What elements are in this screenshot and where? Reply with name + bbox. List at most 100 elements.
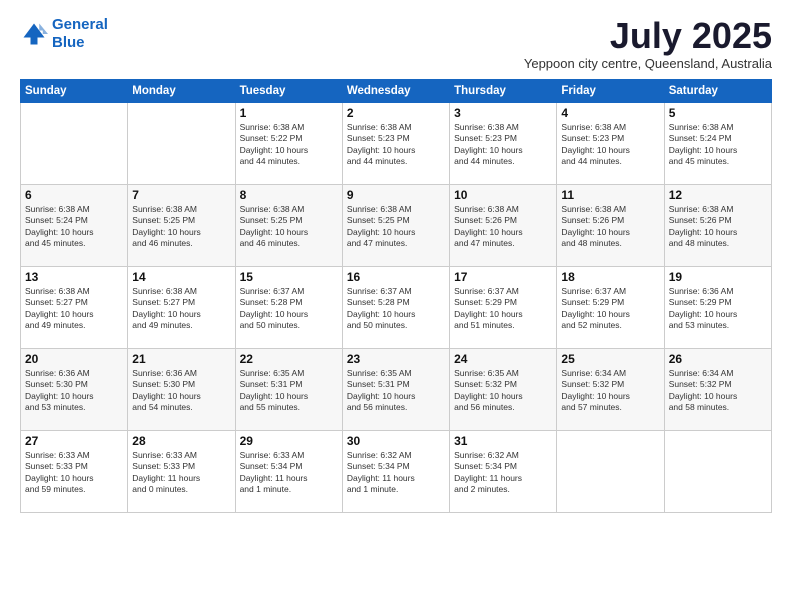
day-number: 23 xyxy=(347,352,445,366)
day-details: Sunrise: 6:37 AM Sunset: 5:29 PM Dayligh… xyxy=(561,286,659,332)
day-details: Sunrise: 6:37 AM Sunset: 5:28 PM Dayligh… xyxy=(347,286,445,332)
day-number: 29 xyxy=(240,434,338,448)
day-number: 30 xyxy=(347,434,445,448)
day-cell: 10 Sunrise: 6:38 AM Sunset: 5:26 PM Dayli… xyxy=(450,184,557,266)
day-number: 21 xyxy=(132,352,230,366)
day-cell: 9 Sunrise: 6:38 AM Sunset: 5:25 PM Daylig… xyxy=(342,184,449,266)
logo: General Blue xyxy=(20,16,108,52)
week-row-4: 20Sunrise: 6:36 AM Sunset: 5:30 PM Dayli… xyxy=(21,348,772,430)
day-details: Sunrise: 6:33 AM Sunset: 5:33 PM Dayligh… xyxy=(132,450,230,496)
day-cell: 2 Sunrise: 6:38 AM Sunset: 5:23 PM Daylig… xyxy=(342,102,449,184)
day-cell: 17 Sunrise: 6:37 AM Sunset: 5:29 PM Dayli… xyxy=(450,266,557,348)
day-details: Sunrise: 6:38 AM Sunset: 5:23 PM Dayligh… xyxy=(347,122,445,168)
day-details: Sunrise: 6:38 AM Sunset: 5:25 PM Dayligh… xyxy=(240,204,338,250)
week-row-1: 1 Sunrise: 6:38 AM Sunset: 5:22 PM Daylig… xyxy=(21,102,772,184)
col-header-monday: Monday xyxy=(128,79,235,102)
day-details: Sunrise: 6:38 AM Sunset: 5:25 PM Dayligh… xyxy=(347,204,445,250)
day-details: Sunrise: 6:38 AM Sunset: 5:23 PM Dayligh… xyxy=(561,122,659,168)
day-cell: 25 Sunrise: 6:34 AM Sunset: 5:32 PM Dayli… xyxy=(557,348,664,430)
day-number: 11 xyxy=(561,188,659,202)
day-number: 19 xyxy=(669,270,767,284)
calendar-header-row: SundayMondayTuesdayWednesdayThursdayFrid… xyxy=(21,79,772,102)
day-details: Sunrise: 6:38 AM Sunset: 5:26 PM Dayligh… xyxy=(454,204,552,250)
day-number: 3 xyxy=(454,106,552,120)
day-details: Sunrise: 6:32 AM Sunset: 5:34 PM Dayligh… xyxy=(454,450,552,496)
day-cell xyxy=(128,102,235,184)
day-details: Sunrise: 6:34 AM Sunset: 5:32 PM Dayligh… xyxy=(669,368,767,414)
day-number: 2 xyxy=(347,106,445,120)
day-number: 25 xyxy=(561,352,659,366)
day-details: Sunrise: 6:35 AM Sunset: 5:31 PM Dayligh… xyxy=(240,368,338,414)
day-cell: 3 Sunrise: 6:38 AM Sunset: 5:23 PM Daylig… xyxy=(450,102,557,184)
title-block: July 2025 Yeppoon city centre, Queenslan… xyxy=(524,16,772,71)
day-cell xyxy=(664,430,771,512)
col-header-thursday: Thursday xyxy=(450,79,557,102)
day-number: 26 xyxy=(669,352,767,366)
day-details: Sunrise: 6:37 AM Sunset: 5:29 PM Dayligh… xyxy=(454,286,552,332)
day-number: 31 xyxy=(454,434,552,448)
day-cell xyxy=(21,102,128,184)
col-header-sunday: Sunday xyxy=(21,79,128,102)
header: General Blue July 2025 Yeppoon city cent… xyxy=(20,16,772,71)
day-details: Sunrise: 6:35 AM Sunset: 5:32 PM Dayligh… xyxy=(454,368,552,414)
col-header-tuesday: Tuesday xyxy=(235,79,342,102)
day-number: 18 xyxy=(561,270,659,284)
day-details: Sunrise: 6:38 AM Sunset: 5:26 PM Dayligh… xyxy=(561,204,659,250)
day-number: 27 xyxy=(25,434,123,448)
day-details: Sunrise: 6:38 AM Sunset: 5:27 PM Dayligh… xyxy=(132,286,230,332)
location-title: Yeppoon city centre, Queensland, Austral… xyxy=(524,56,772,71)
day-details: Sunrise: 6:38 AM Sunset: 5:22 PM Dayligh… xyxy=(240,122,338,168)
col-header-saturday: Saturday xyxy=(664,79,771,102)
day-number: 5 xyxy=(669,106,767,120)
day-details: Sunrise: 6:38 AM Sunset: 5:23 PM Dayligh… xyxy=(454,122,552,168)
day-cell: 26 Sunrise: 6:34 AM Sunset: 5:32 PM Dayli… xyxy=(664,348,771,430)
day-details: Sunrise: 6:36 AM Sunset: 5:30 PM Dayligh… xyxy=(25,368,123,414)
day-cell: 11 Sunrise: 6:38 AM Sunset: 5:26 PM Dayli… xyxy=(557,184,664,266)
day-cell: 30Sunrise: 6:32 AM Sunset: 5:34 PM Dayli… xyxy=(342,430,449,512)
day-details: Sunrise: 6:36 AM Sunset: 5:30 PM Dayligh… xyxy=(132,368,230,414)
day-number: 9 xyxy=(347,188,445,202)
day-number: 8 xyxy=(240,188,338,202)
day-cell: 7Sunrise: 6:38 AM Sunset: 5:25 PM Daylig… xyxy=(128,184,235,266)
col-header-wednesday: Wednesday xyxy=(342,79,449,102)
day-cell: 20Sunrise: 6:36 AM Sunset: 5:30 PM Dayli… xyxy=(21,348,128,430)
day-cell: 6 Sunrise: 6:38 AM Sunset: 5:24 PM Daylig… xyxy=(21,184,128,266)
day-cell: 15Sunrise: 6:37 AM Sunset: 5:28 PM Dayli… xyxy=(235,266,342,348)
day-number: 28 xyxy=(132,434,230,448)
day-cell: 5Sunrise: 6:38 AM Sunset: 5:24 PM Daylig… xyxy=(664,102,771,184)
day-number: 13 xyxy=(25,270,123,284)
day-number: 10 xyxy=(454,188,552,202)
day-number: 12 xyxy=(669,188,767,202)
day-details: Sunrise: 6:38 AM Sunset: 5:27 PM Dayligh… xyxy=(25,286,123,332)
day-cell: 12 Sunrise: 6:38 AM Sunset: 5:26 PM Dayli… xyxy=(664,184,771,266)
day-cell: 22 Sunrise: 6:35 AM Sunset: 5:31 PM Dayli… xyxy=(235,348,342,430)
week-row-3: 13 Sunrise: 6:38 AM Sunset: 5:27 PM Dayli… xyxy=(21,266,772,348)
day-details: Sunrise: 6:34 AM Sunset: 5:32 PM Dayligh… xyxy=(561,368,659,414)
day-details: Sunrise: 6:38 AM Sunset: 5:25 PM Dayligh… xyxy=(132,204,230,250)
day-cell: 13 Sunrise: 6:38 AM Sunset: 5:27 PM Dayli… xyxy=(21,266,128,348)
day-number: 17 xyxy=(454,270,552,284)
logo-line1: General xyxy=(52,16,108,33)
day-cell: 28 Sunrise: 6:33 AM Sunset: 5:33 PM Dayli… xyxy=(128,430,235,512)
day-number: 14 xyxy=(132,270,230,284)
day-cell: 8 Sunrise: 6:38 AM Sunset: 5:25 PM Daylig… xyxy=(235,184,342,266)
day-cell: 19 Sunrise: 6:36 AM Sunset: 5:29 PM Dayli… xyxy=(664,266,771,348)
logo-line2: Blue xyxy=(52,34,85,51)
day-details: Sunrise: 6:38 AM Sunset: 5:26 PM Dayligh… xyxy=(669,204,767,250)
day-number: 24 xyxy=(454,352,552,366)
day-cell: 31 Sunrise: 6:32 AM Sunset: 5:34 PM Dayli… xyxy=(450,430,557,512)
week-row-2: 6 Sunrise: 6:38 AM Sunset: 5:24 PM Daylig… xyxy=(21,184,772,266)
day-details: Sunrise: 6:35 AM Sunset: 5:31 PM Dayligh… xyxy=(347,368,445,414)
day-cell: 14 Sunrise: 6:38 AM Sunset: 5:27 PM Dayli… xyxy=(128,266,235,348)
day-details: Sunrise: 6:36 AM Sunset: 5:29 PM Dayligh… xyxy=(669,286,767,332)
week-row-5: 27 Sunrise: 6:33 AM Sunset: 5:33 PM Dayli… xyxy=(21,430,772,512)
day-details: Sunrise: 6:33 AM Sunset: 5:34 PM Dayligh… xyxy=(240,450,338,496)
day-number: 6 xyxy=(25,188,123,202)
col-header-friday: Friday xyxy=(557,79,664,102)
day-details: Sunrise: 6:33 AM Sunset: 5:33 PM Dayligh… xyxy=(25,450,123,496)
day-number: 22 xyxy=(240,352,338,366)
day-details: Sunrise: 6:38 AM Sunset: 5:24 PM Dayligh… xyxy=(25,204,123,250)
day-number: 1 xyxy=(240,106,338,120)
day-cell: 27 Sunrise: 6:33 AM Sunset: 5:33 PM Dayli… xyxy=(21,430,128,512)
day-cell: 1 Sunrise: 6:38 AM Sunset: 5:22 PM Daylig… xyxy=(235,102,342,184)
